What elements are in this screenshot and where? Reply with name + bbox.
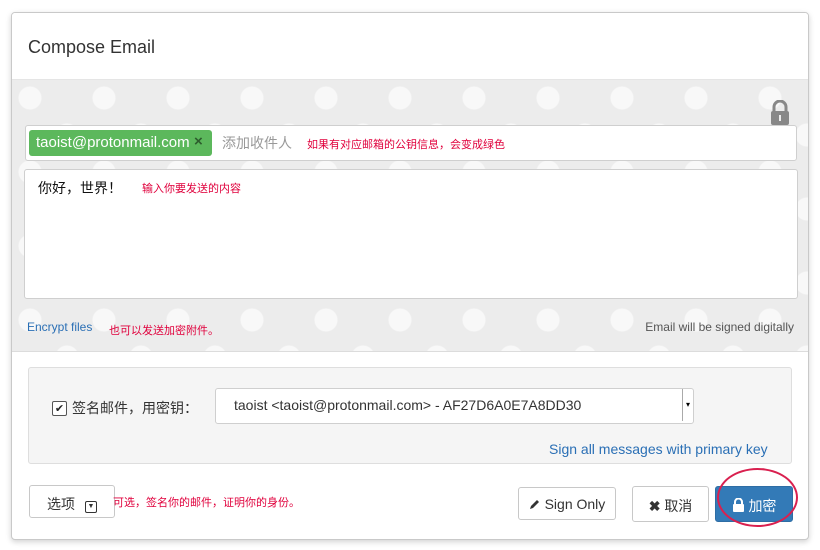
cancel-label: 取消 [664,498,693,514]
compose-email-dialog: Compose Email taoist@protonmail.com × 添加… [11,12,809,540]
recipient-annotation: 如果有对应邮箱的公钥信息，会变成绿色 [307,138,505,151]
signing-key-select[interactable]: taoist <taoist@protonmail.com> - AF27D6A… [215,388,694,424]
selected-key-value: taoist <taoist@protonmail.com> - AF27D6A… [234,397,582,413]
lock-icon[interactable] [770,100,790,126]
options-button-label: 选项 [47,496,76,512]
signed-digitally-note: Email will be signed digitally [645,320,794,334]
options-button[interactable]: 选项 ▼ [29,485,115,518]
highlight-circle [717,468,798,527]
sign-only-label: Sign Only [544,496,606,512]
cancel-button[interactable]: ✖ 取消 [632,486,709,522]
x-icon: ✖ [648,498,661,514]
dialog-title: Compose Email [28,37,156,57]
close-icon[interactable]: × [194,133,203,150]
message-body-textarea[interactable]: 你好，世界！ 输入你要发送的内容 [24,169,798,299]
signing-panel: ✔ 签名邮件，用密钥： taoist <taoist@protonmail.co… [28,367,792,464]
options-annotation: 可选，签名你的邮件，证明你的身份。 [113,496,300,509]
message-text: 你好，世界！ [38,181,122,197]
recipients-field[interactable]: taoist@protonmail.com × 添加收件人 如果有对应邮箱的公钥… [25,125,797,161]
encrypt-files-link[interactable]: Encrypt files [27,320,92,334]
sign-only-button[interactable]: Sign Only [518,487,616,520]
compose-body: taoist@protonmail.com × 添加收件人 如果有对应邮箱的公钥… [12,80,808,352]
add-recipient-input[interactable]: 添加收件人 [222,133,292,153]
recipient-tag-label: taoist@protonmail.com [36,134,190,151]
recipient-tag[interactable]: taoist@protonmail.com × [29,130,212,156]
pencil-icon [529,500,539,509]
message-annotation: 输入你要发送的内容 [142,182,241,195]
attachment-annotation: 也可以发送加密附件。 [109,324,219,337]
chevron-down-icon[interactable]: ▾ [682,389,693,421]
sign-email-checkbox[interactable]: ✔ [52,401,67,416]
sign-email-label: 签名邮件，用密钥： [72,401,198,417]
dialog-header: Compose Email [12,13,808,80]
sign-with-primary-key-link[interactable]: Sign all messages with primary key [549,441,768,457]
chevron-down-icon: ▼ [84,501,97,513]
